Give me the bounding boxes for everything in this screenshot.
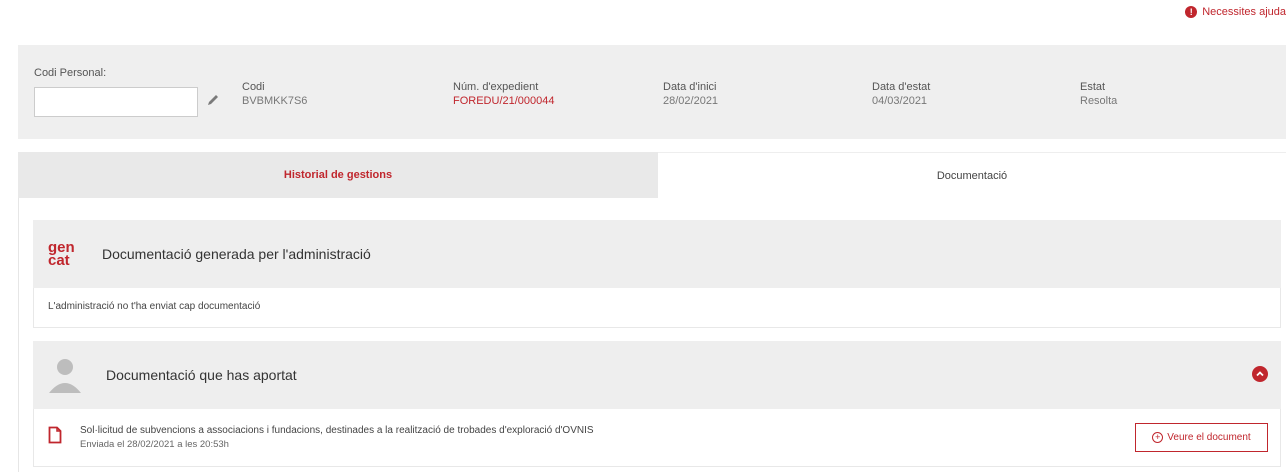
admin-docs-header: gen cat Documentació generada per l'admi… (33, 220, 1281, 288)
pencil-icon[interactable] (206, 93, 220, 107)
empty-message: L'administració no t'ha enviat cap docum… (48, 301, 261, 312)
document-icon (48, 426, 62, 444)
field-label: Data d'inici (663, 81, 717, 93)
field-label: Núm. d'expedient (453, 81, 539, 93)
field-expedient: Núm. d'expedient FOREDU/21/000044 (453, 81, 555, 107)
expedient-link[interactable]: FOREDU/21/000044 (453, 95, 555, 107)
help-label: Necessites ajuda (1202, 6, 1286, 18)
field-data-estat: Data d'estat 04/03/2021 (872, 81, 930, 107)
view-document-button[interactable]: + Veure el document (1135, 423, 1268, 452)
gencat-logo: gen cat (48, 240, 78, 269)
user-avatar-icon (49, 359, 81, 393)
document-title: Sol·licitud de subvencions a associacion… (80, 425, 594, 436)
tab-documentacio[interactable]: Documentació (658, 152, 1286, 198)
field-data-inici: Data d'inici 28/02/2021 (663, 81, 718, 107)
user-docs-header[interactable]: Documentació que has aportat (33, 341, 1281, 409)
document-sent-date: Enviada el 28/02/2021 a les 20:53h (80, 439, 229, 450)
field-label: Data d'estat (872, 81, 931, 93)
field-label: Estat (1080, 81, 1106, 93)
chevron-up-icon[interactable] (1252, 366, 1268, 382)
document-row: Sol·licitud de subvencions a associacion… (33, 409, 1281, 467)
field-value: 28/02/2021 (663, 95, 719, 107)
codi-personal-label: Codi Personal: (34, 67, 107, 79)
logo-text-bottom: cat (48, 252, 70, 269)
tab-historial[interactable]: Historial de gestions (18, 152, 658, 198)
view-document-label: Veure el document (1167, 432, 1251, 443)
field-value: Resolta (1080, 95, 1118, 107)
section-title: Documentació que has aportat (106, 367, 297, 383)
plus-circle-icon: + (1152, 432, 1164, 443)
tab-bar: Historial de gestions Documentació (18, 152, 1286, 198)
field-value: BVBMKK7S6 (242, 95, 308, 107)
field-codi: Codi BVBMKK7S6 (242, 81, 307, 107)
expedient-info-panel: Codi Personal: Codi BVBMKK7S6 Núm. d'exp… (18, 45, 1286, 139)
admin-docs-body: L'administració no t'ha enviat cap docum… (33, 288, 1281, 328)
field-value: 04/03/2021 (872, 95, 928, 107)
codi-personal-input[interactable] (34, 87, 198, 117)
exclamation-circle-icon: ! (1185, 6, 1198, 18)
field-label: Codi (242, 81, 265, 93)
field-estat: Estat Resolta (1080, 81, 1117, 107)
help-link[interactable]: ! Necessites ajuda (1185, 6, 1286, 18)
section-title: Documentació generada per l'administraci… (102, 246, 371, 262)
